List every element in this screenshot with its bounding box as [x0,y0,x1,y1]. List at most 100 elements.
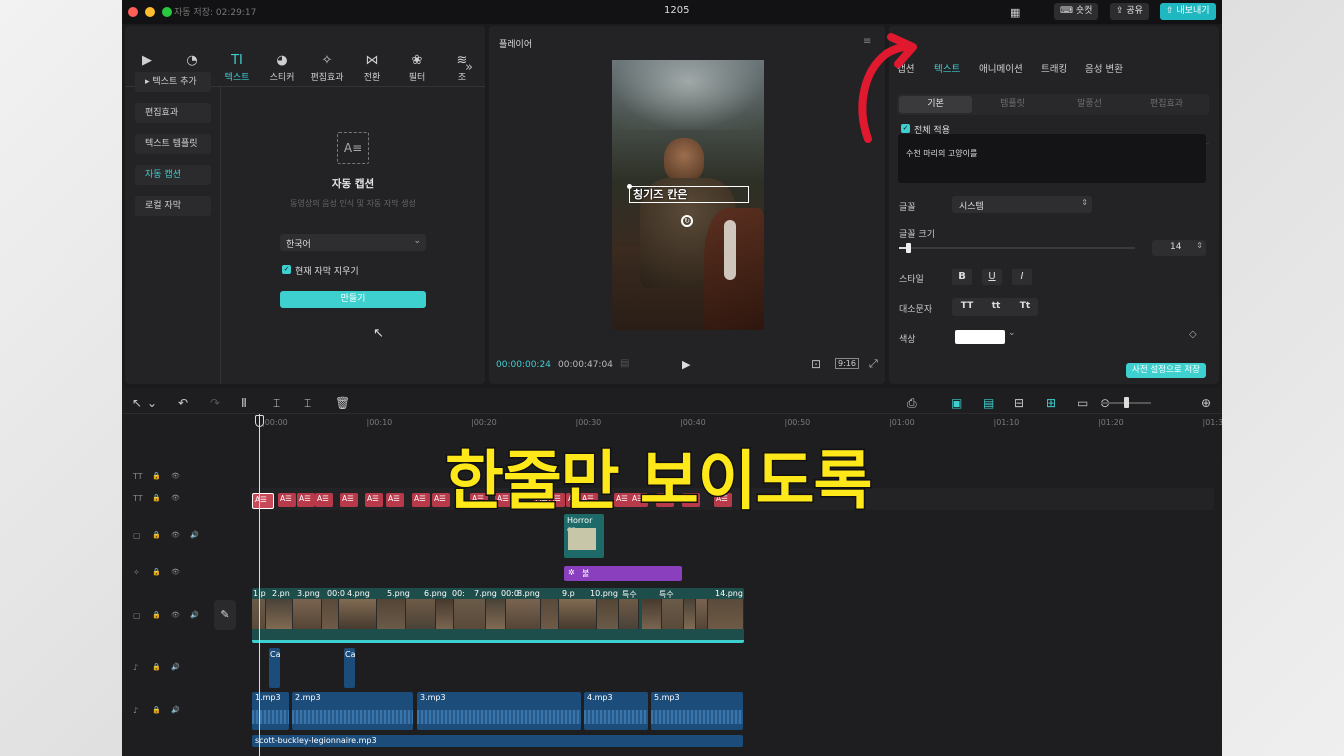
play-icon[interactable]: ▶ [682,358,690,371]
clear-caption-checkbox[interactable]: ✓ [282,265,291,274]
sidebar-item[interactable]: ▸ 텍스트 추가 [135,72,211,92]
resize-handle[interactable] [627,184,632,189]
audio-clip[interactable]: 1.mp3 [252,692,289,730]
fullscreen-icon[interactable]: ⤢ [869,357,878,371]
more-tools-icon[interactable]: » [465,60,473,75]
zoom-in-icon[interactable]: ⊕ [1201,396,1211,410]
small-audio-clip[interactable]: Ca [269,648,280,688]
lock-icon[interactable]: 🔒 [152,494,161,502]
text-clip[interactable]: A☰ [297,493,315,507]
trim-left-icon[interactable]: ⌶ [273,396,280,411]
text-clip[interactable]: A☰ [386,493,404,507]
share-button[interactable]: ⇪ 공유 [1110,3,1149,20]
edit-cover-pencil-icon[interactable]: ✎ [214,600,236,630]
preview-icon[interactable]: ▭ [1077,396,1088,410]
font-size-knob[interactable] [906,243,912,253]
audio-clip[interactable]: 5.mp3 [651,692,743,730]
video-preview[interactable]: 칭기즈 칸은 ↻ [612,60,764,330]
visibility-icon[interactable]: 👁 [171,568,180,576]
maximize-window-icon[interactable] [162,7,172,17]
playhead-handle[interactable] [255,415,264,427]
language-select[interactable]: 한국어 ⌄ [280,234,426,251]
playhead[interactable] [259,414,260,756]
audio-clip[interactable]: 4.mp3 [584,692,648,730]
inspector-tab[interactable]: 애니메이션 [979,61,1023,75]
stepper-icon[interactable]: ⇕ [1196,241,1203,250]
lock-icon[interactable]: 🔒 [152,663,161,671]
text-clip[interactable]: A☰ [412,493,430,507]
link-icon[interactable]: ⊞ [1046,396,1056,410]
text-clip[interactable]: A☰ [340,493,358,507]
style-button-u[interactable]: U [982,269,1002,285]
effect-clip[interactable]: ✲ 불 [564,566,682,581]
visibility-icon[interactable]: 👁 [171,531,180,539]
mute-icon[interactable]: 🔊 [190,611,199,619]
close-window-icon[interactable] [128,7,138,17]
redo-icon[interactable]: ↷ [210,396,220,410]
lock-icon[interactable]: 🔒 [152,706,161,714]
case-button[interactable]: tt [984,301,1008,313]
case-button[interactable]: TT [955,301,979,313]
tool-text[interactable]: TI 텍스트 [217,54,257,84]
small-audio-clip[interactable]: Ca [344,648,355,688]
preview-axis-icon[interactable]: ⊟ [1014,396,1024,410]
mute-icon[interactable]: 🔊 [190,531,199,539]
export-button[interactable]: ⇧ 내보내기 [1160,3,1216,20]
visibility-icon[interactable]: 👁 [171,494,180,502]
main-video-track[interactable]: 1.p2.pn3.png00:04.png5.png6.png00:7.png0… [252,588,744,643]
link-clips-icon[interactable]: ▣ [951,396,962,410]
visibility-icon[interactable]: 👁 [171,611,180,619]
audio-clip[interactable]: 3.mp3 [417,692,581,730]
style-button-i[interactable]: I [1012,269,1032,285]
caption-selection-box[interactable]: 칭기즈 칸은 [627,184,749,203]
trim-right-icon[interactable]: ⌶ [304,396,311,411]
sidebar-item[interactable]: 텍스트 템플릿 [135,134,211,154]
font-size-slider[interactable] [899,243,1135,253]
layout-icon[interactable]: ▦ [1010,6,1020,19]
font-select[interactable]: 시스템 ⇕ [952,196,1092,213]
snap-icon[interactable]: ▤ [983,396,994,410]
mute-icon[interactable]: 🔊 [171,706,180,714]
tool-adjust[interactable]: ≋ 조 [442,54,482,84]
visibility-icon[interactable]: 👁 [171,472,180,480]
color-dropdown-icon[interactable]: ⌄ [1008,328,1016,338]
timeline-preview-icon[interactable]: ▤ [620,358,629,369]
inspector-subtab[interactable]: 편집효과 [1130,96,1203,113]
sidebar-item[interactable]: 자동 캡션 [135,165,211,185]
inspector-tab[interactable]: 음성 변환 [1085,61,1123,75]
color-swatch[interactable] [955,330,1005,344]
lock-icon[interactable]: 🔒 [152,531,161,539]
text-clip[interactable]: A☰ [365,493,383,507]
shortcut-button[interactable]: ⌨ 숏컷 [1054,3,1099,20]
mute-icon[interactable]: 🔊 [171,663,180,671]
save-preset-button[interactable]: 사전 설정으로 저장 [1126,363,1206,378]
tool-effects[interactable]: ✧ 편집효과 [307,54,347,84]
minimize-window-icon[interactable] [145,7,155,17]
keyframe-diamond-icon[interactable]: ◇ [1189,329,1197,340]
sidebar-item[interactable]: 로컬 자막 [135,196,211,216]
chevron-down-icon[interactable]: ⌄ [147,396,157,410]
aspect-ratio-button[interactable]: 9:16 [835,358,859,369]
text-clip[interactable]: A☰ [278,493,296,507]
font-size-input[interactable]: 14 ⇕ [1152,240,1206,256]
fit-screen-icon[interactable]: ⊡ [811,357,821,371]
case-button[interactable]: Tt [1013,301,1037,313]
inspector-subtab[interactable]: 말풍선 [1053,96,1126,113]
select-pointer-icon[interactable]: ↖ [132,396,142,410]
lock-icon[interactable]: 🔒 [152,472,161,480]
create-caption-button[interactable]: 만들기 [280,291,426,308]
text-clip[interactable]: A☰ [315,493,333,507]
microphone-icon[interactable]: ⎙ [907,396,917,411]
inspector-subtab[interactable]: 템플릿 [976,96,1049,113]
undo-icon[interactable]: ↶ [178,396,188,410]
inspector-tab[interactable]: 트래킹 [1041,61,1067,75]
rotate-handle-icon[interactable]: ↻ [681,215,693,227]
music-clip[interactable]: scott-buckley-legionnaire.mp3 [252,735,743,747]
split-icon[interactable]: Ⅱ [241,396,247,410]
text-clip[interactable]: A☰ [252,493,274,509]
style-button-b[interactable]: B [952,269,972,285]
tool-transition[interactable]: ⋈ 전환 [352,54,392,84]
zoom-knob[interactable] [1124,397,1129,408]
lock-icon[interactable]: 🔒 [152,568,161,576]
delete-icon[interactable]: 🗑 [335,396,350,410]
